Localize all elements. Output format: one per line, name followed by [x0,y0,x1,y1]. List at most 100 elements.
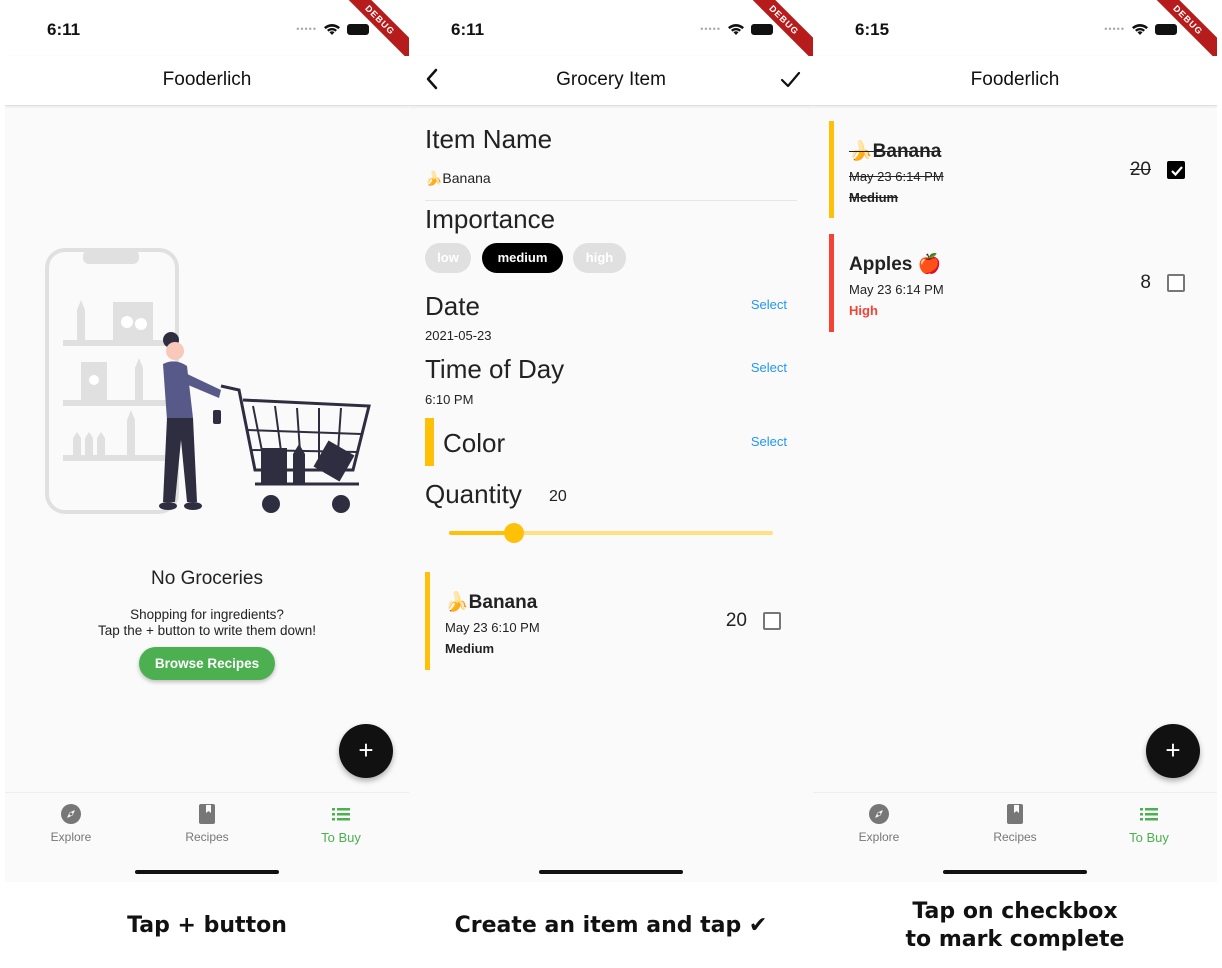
grocery-tile-banana[interactable]: 🍌Banana May 23 6:14 PM Medium 20 [829,121,1199,218]
time-select-button[interactable]: Select [751,360,787,375]
tile-color-bar [425,572,430,670]
status-bar: 6:11 ••••• DEBUG [5,0,409,65]
checkmark-icon [1171,166,1183,177]
item-name-input[interactable]: 🍌Banana [425,170,491,187]
wifi-icon [1132,24,1148,35]
caption-line1: Tap on checkbox [912,899,1118,924]
tab-explore-label: Explore [858,830,900,844]
date-heading: Date [425,291,480,321]
tile-quantity: 20 [1129,159,1151,180]
battery-icon [347,23,369,35]
tab-recipes[interactable]: Recipes [147,803,267,844]
tab-recipes-label: Recipes [993,830,1037,844]
app-bar: Fooderlich [5,56,409,106]
chip-high[interactable]: high [573,243,626,273]
tile-importance: High [849,303,878,318]
screen-grocery-list: 6:15 ••••• DEBUG Fooderlich 🍌Banana May … [813,0,1217,882]
plus-icon: + [1165,735,1181,765]
slider-thumb[interactable] [503,523,524,543]
tab-explore[interactable]: Explore [11,803,131,844]
app-title: Grocery Item [556,69,666,90]
color-select-button[interactable]: Select [751,434,787,449]
tile-name: 🍌Banana [445,592,538,613]
quantity-slider[interactable] [449,523,773,543]
tab-to-buy[interactable]: To Buy [281,803,401,845]
empty-message-line2: Tap the + button to write them down! [97,623,316,638]
shopping-cart-illustration [45,248,371,514]
battery-icon [751,23,773,35]
app-title: Fooderlich [162,69,252,90]
color-swatch [425,418,434,466]
home-indicator[interactable] [539,870,683,874]
time-value: 6:10 PM [425,392,474,407]
add-item-button[interactable]: + [1146,724,1200,778]
status-icons: ••••• [700,22,773,36]
browse-recipes-button[interactable]: Browse Recipes [139,647,275,680]
tile-checkbox-checked[interactable] [1167,161,1185,179]
grocery-tile-apples[interactable]: Apples 🍎 May 23 6:14 PM High 8 [829,234,1199,332]
status-time: 6:11 [47,20,81,39]
add-item-button[interactable]: + [339,724,393,778]
home-indicator[interactable] [943,870,1087,874]
tile-date: May 23 6:14 PM [849,282,944,297]
book-icon [199,804,215,824]
item-name-heading: Item Name [425,124,553,154]
home-indicator[interactable] [135,870,279,874]
save-check-icon[interactable] [779,68,801,90]
list-icon [332,808,350,821]
tile-checkbox[interactable] [1167,274,1185,292]
tab-to-buy-label: To Buy [1129,830,1169,845]
empty-message-line1: Shopping for ingredients? [130,607,284,622]
signal-icon: ••••• [1104,24,1125,34]
plus-icon: + [358,735,374,765]
tile-importance: Medium [445,641,495,656]
status-icons: ••••• [296,22,369,36]
tab-to-buy-label: To Buy [321,830,361,845]
wifi-icon [728,24,744,35]
tab-to-buy[interactable]: To Buy [1089,803,1209,845]
tab-explore[interactable]: Explore [819,803,939,844]
status-icons: ••••• [1104,22,1177,36]
compass-icon [61,804,81,824]
caption-line2: to mark complete [905,927,1125,952]
status-time: 6:11 [451,20,485,39]
chip-medium[interactable]: medium [482,243,563,273]
tile-color-bar [829,234,834,332]
tile-checkbox[interactable] [763,612,781,630]
tab-recipes[interactable]: Recipes [955,803,1075,844]
app-bar: Fooderlich [813,56,1217,106]
tile-importance: Medium [849,190,899,205]
status-bar: 6:11 ••••• DEBUG [409,0,813,65]
tile-name: 🍌Banana [849,141,942,162]
signal-icon: ••••• [296,24,317,34]
time-heading: Time of Day [425,354,565,384]
list-icon [1140,808,1158,821]
tile-date: May 23 6:14 PM [849,169,944,184]
battery-icon [1155,23,1177,35]
app-title: Fooderlich [970,69,1060,90]
tile-quantity: 20 [725,610,747,631]
app-bar: Grocery Item [409,56,813,106]
date-select-button[interactable]: Select [751,297,787,312]
status-bar: 6:15 ••••• DEBUG [813,0,1217,65]
bottom-navigation: Explore Recipes To Buy [813,792,1217,882]
screen-empty-list: 6:11 ••••• DEBUG Fooderlich No Groceries… [5,0,409,882]
wifi-icon [324,24,340,35]
date-value: 2021-05-23 [425,328,492,343]
grocery-tile-preview: 🍌Banana May 23 6:10 PM Medium 20 [425,572,795,670]
tab-recipes-label: Recipes [185,830,229,844]
tile-color-bar [829,121,834,218]
caption-tap-plus: Tap + button [127,913,287,938]
item-name-underline [425,200,797,201]
tile-name: Apples 🍎 [849,254,942,275]
compass-icon [869,804,889,824]
quantity-value: 20 [549,488,567,505]
empty-title: No Groceries [151,568,263,589]
importance-heading: Importance [425,204,556,234]
caption-mark-complete: Tap on checkbox to mark complete [813,898,1217,954]
chip-low[interactable]: low [425,243,471,273]
bottom-area [409,792,813,882]
screen-grocery-item-form: 6:11 ••••• DEBUG Grocery Item Item Name … [409,0,813,882]
empty-message: Shopping for ingredients? Tap the + butt… [5,607,409,639]
tab-explore-label: Explore [50,830,92,844]
